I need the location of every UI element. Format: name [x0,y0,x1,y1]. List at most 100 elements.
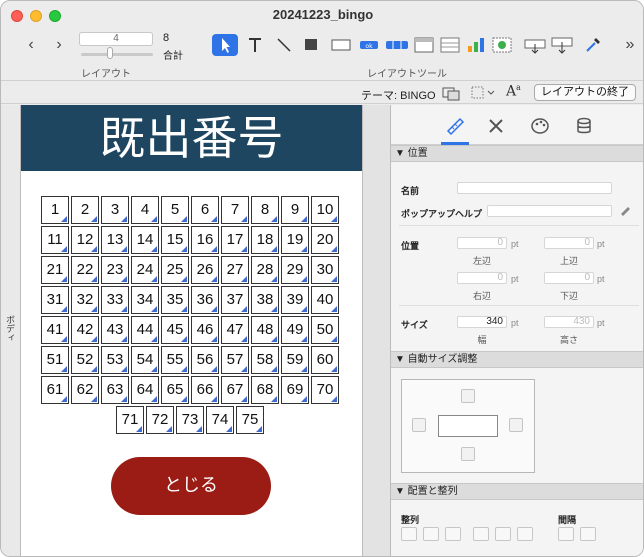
header-title[interactable]: 既出番号 [21,109,362,167]
number-cell[interactable]: 27 [221,256,249,284]
previous-layout-icon[interactable]: ‹ [23,37,39,53]
number-cell[interactable]: 26 [191,256,219,284]
number-cell[interactable]: 60 [311,346,339,374]
database-icon[interactable] [573,115,595,137]
number-cell[interactable]: 37 [221,286,249,314]
number-cell[interactable]: 53 [101,346,129,374]
number-cell[interactable]: 28 [251,256,279,284]
number-cell[interactable]: 51 [41,346,69,374]
autosize-section-header[interactable]: ▼ 自動サイズ調整 [391,351,643,368]
number-cell[interactable]: 23 [101,256,129,284]
theme-change-icon[interactable] [442,85,460,101]
body-part-tab[interactable]: ボディ [1,105,21,556]
number-cell[interactable]: 64 [131,376,159,404]
popup-help-field[interactable] [487,205,612,217]
number-cell[interactable]: 18 [251,226,279,254]
line-tool[interactable] [273,34,295,56]
next-layout-icon[interactable]: › [51,37,67,53]
number-cell[interactable]: 69 [281,376,309,404]
align-bottom-icon[interactable] [517,527,533,541]
number-cell[interactable]: 48 [251,316,279,344]
number-cell[interactable]: 70 [311,376,339,404]
popover-button-tool[interactable] [413,34,435,56]
number-cell[interactable]: 54 [131,346,159,374]
number-cell[interactable]: 71 [116,406,144,434]
align-middle-icon[interactable] [495,527,511,541]
number-cell[interactable]: 31 [41,286,69,314]
number-cell[interactable]: 8 [251,196,279,224]
number-cell[interactable]: 42 [71,316,99,344]
number-cell[interactable]: 15 [161,226,189,254]
number-cell[interactable]: 43 [101,316,129,344]
number-cell[interactable]: 11 [41,226,69,254]
number-cell[interactable]: 56 [191,346,219,374]
tools-icon[interactable] [485,115,507,137]
number-cell[interactable]: 44 [131,316,159,344]
number-cell[interactable]: 65 [161,376,189,404]
layout-slider-track[interactable] [81,53,153,56]
toolbar-overflow-icon[interactable]: » [621,37,639,53]
number-cell[interactable]: 68 [251,376,279,404]
anchor-bottom-icon[interactable] [461,447,475,461]
palette-icon[interactable] [529,115,551,137]
number-cell[interactable]: 47 [221,316,249,344]
align-right-icon[interactable] [445,527,461,541]
number-cell[interactable]: 38 [251,286,279,314]
number-cell[interactable]: 62 [71,376,99,404]
number-cell[interactable]: 36 [191,286,219,314]
web-viewer-tool[interactable] [491,34,513,56]
number-cell[interactable]: 7 [221,196,249,224]
field-tool[interactable] [329,34,353,56]
edit-pencil-icon[interactable] [619,204,631,216]
number-cell[interactable]: 46 [191,316,219,344]
number-cell[interactable]: 75 [236,406,264,434]
right-field[interactable]: 0 [457,272,507,284]
anchor-right-icon[interactable] [509,418,523,432]
pointer-tool[interactable] [212,34,238,56]
number-cell[interactable]: 21 [41,256,69,284]
number-cell[interactable]: 9 [281,196,309,224]
number-cell[interactable]: 61 [41,376,69,404]
anchor-top-icon[interactable] [461,389,475,403]
number-cell[interactable]: 19 [281,226,309,254]
insert-part-tool[interactable] [550,34,574,56]
number-cell[interactable]: 2 [71,196,99,224]
header-band[interactable]: 既出番号 [21,105,362,171]
number-cell[interactable]: 35 [161,286,189,314]
chart-tool[interactable] [465,34,487,56]
number-cell[interactable]: 73 [176,406,204,434]
layout-number-field[interactable]: 4 [79,32,153,46]
grid-guides-icon[interactable] [470,85,496,101]
number-cell[interactable]: 50 [311,316,339,344]
number-cell[interactable]: 40 [311,286,339,314]
number-cell[interactable]: 24 [131,256,159,284]
number-cell[interactable]: 1 [41,196,69,224]
distribute-vertical-icon[interactable] [580,527,596,541]
align-top-icon[interactable] [473,527,489,541]
align-center-icon[interactable] [423,527,439,541]
name-field[interactable] [457,182,612,194]
left-field[interactable]: 0 [457,237,507,249]
button-bar-tool[interactable] [384,34,410,56]
number-cell[interactable]: 4 [131,196,159,224]
insert-field-tool[interactable] [523,34,547,56]
distribute-horizontal-icon[interactable] [558,527,574,541]
number-cell[interactable]: 59 [281,346,309,374]
align-left-icon[interactable] [401,527,417,541]
number-cell[interactable]: 45 [161,316,189,344]
number-cell[interactable]: 17 [221,226,249,254]
ruler-icon[interactable] [444,115,466,137]
end-layout-button[interactable]: レイアウトの終了 [534,84,636,101]
number-cell[interactable]: 10 [311,196,339,224]
number-cell[interactable]: 41 [41,316,69,344]
number-cell[interactable]: 12 [71,226,99,254]
number-cell[interactable]: 74 [206,406,234,434]
number-cell[interactable]: 22 [71,256,99,284]
number-cell[interactable]: 63 [101,376,129,404]
number-cell[interactable]: 55 [161,346,189,374]
shape-tool[interactable] [301,34,323,56]
number-cell[interactable]: 32 [71,286,99,314]
position-section-header[interactable]: ▼ 位置 [391,145,643,162]
layout-slider-knob[interactable] [107,47,113,59]
number-cell[interactable]: 3 [101,196,129,224]
